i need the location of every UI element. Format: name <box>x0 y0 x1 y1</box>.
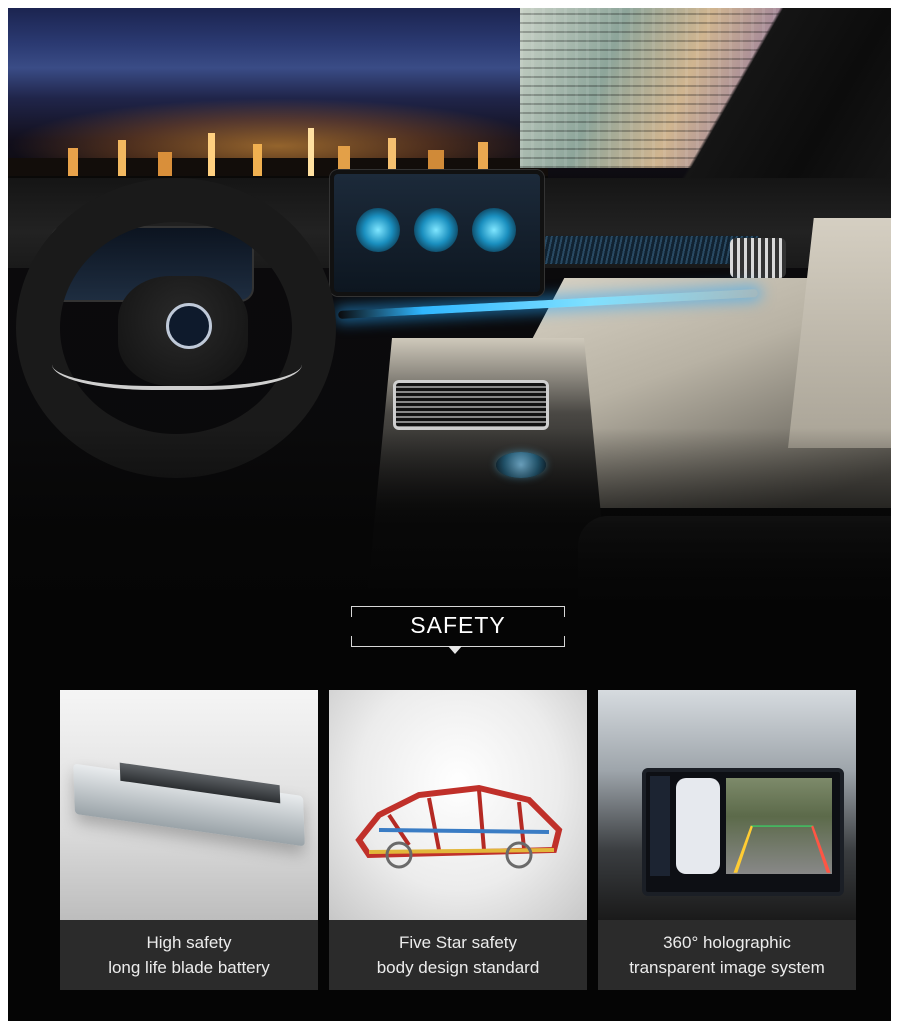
feature-caption: Five Star safety body design standard <box>329 920 587 990</box>
car-interior-hero-image <box>8 8 891 608</box>
screen-app-icon <box>356 208 400 252</box>
bottom-fade <box>8 428 891 608</box>
feature-subtitle: body design standard <box>376 958 540 977</box>
display-sidebar <box>650 776 670 876</box>
feature-card-camera: 360° holographic transparent image syste… <box>598 690 856 990</box>
pointer-triangle-icon <box>448 646 462 654</box>
feature-subtitle: transparent image system <box>629 958 825 977</box>
feature-card-body: Five Star safety body design standard <box>329 690 587 990</box>
center-air-vents <box>393 380 549 430</box>
brand-logo-icon <box>166 303 212 349</box>
product-banner: SAFETY High safety long life blade batte… <box>8 8 891 1021</box>
section-heading: SAFETY <box>351 606 565 654</box>
car-top-view <box>676 778 720 874</box>
feature-caption: 360° holographic transparent image syste… <box>598 920 856 990</box>
feature-card-battery: High safety long life blade battery <box>60 690 318 990</box>
feature-caption: High safety long life blade battery <box>60 920 318 990</box>
360-camera-screen-image <box>598 690 856 920</box>
dash-trim-strip <box>525 236 761 264</box>
car-body-frame-image <box>329 690 587 920</box>
infotainment-screen <box>330 170 544 296</box>
feature-title: High safety <box>146 933 232 952</box>
camera-display <box>642 768 844 896</box>
feature-subtitle: long life blade battery <box>108 958 270 977</box>
blade-battery-image <box>60 690 318 920</box>
feature-title: Five Star safety <box>398 933 518 952</box>
feature-title: 360° holographic <box>663 933 791 952</box>
air-vent-right <box>730 238 786 278</box>
screen-app-icon <box>472 208 516 252</box>
body-frame-illustration <box>349 760 569 870</box>
rear-camera-view <box>726 778 832 874</box>
screen-app-icon <box>414 208 458 252</box>
parking-guide-lines <box>733 825 831 873</box>
